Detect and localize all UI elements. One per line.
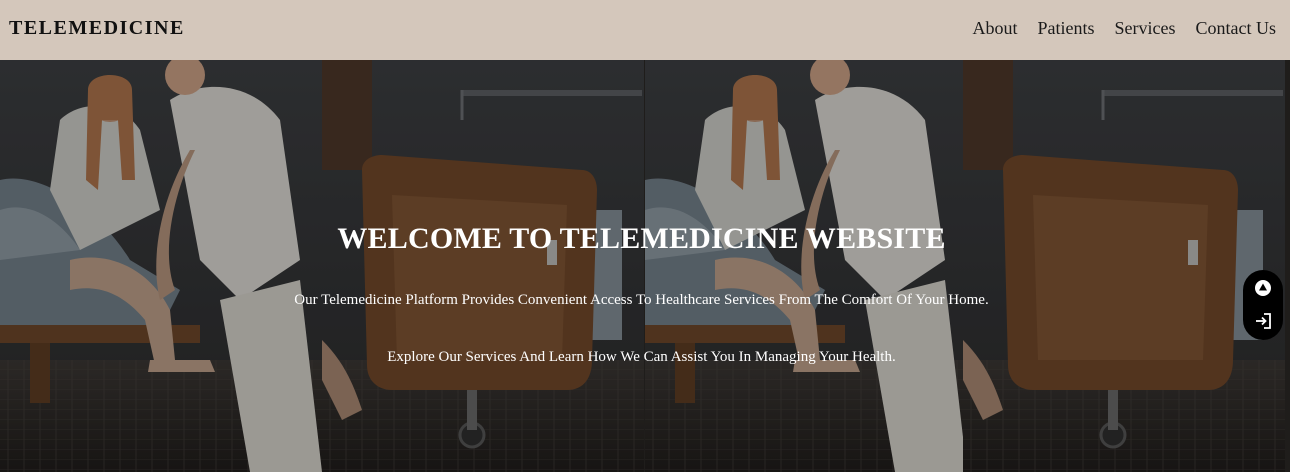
nav-link-about[interactable]: About bbox=[973, 18, 1018, 39]
nav-link-services[interactable]: Services bbox=[1115, 18, 1176, 39]
hero-paragraph-1: Our Telemedicine Platform Provides Conve… bbox=[294, 292, 989, 308]
nav-link-patients[interactable]: Patients bbox=[1038, 18, 1095, 39]
brand-logo-text[interactable]: TELEMEDICINE bbox=[9, 17, 185, 40]
nav-link-contact-us[interactable]: Contact Us bbox=[1196, 18, 1277, 39]
hero-paragraph-2: Explore Our Services And Learn How We Ca… bbox=[387, 349, 896, 365]
side-floating-widget bbox=[1243, 270, 1283, 340]
hero-dark-overlay bbox=[0, 60, 1290, 472]
hero-section: WELCOME TO TELEMEDICINE WEBSITE Our Tele… bbox=[0, 60, 1290, 472]
scroll-up-icon[interactable] bbox=[1253, 278, 1273, 298]
nav-links: About Patients Services Contact Us bbox=[973, 18, 1276, 39]
hero-title: WELCOME TO TELEMEDICINE WEBSITE bbox=[337, 222, 946, 255]
top-navbar: TELEMEDICINE About Patients Services Con… bbox=[0, 0, 1290, 60]
login-icon[interactable] bbox=[1253, 311, 1273, 331]
